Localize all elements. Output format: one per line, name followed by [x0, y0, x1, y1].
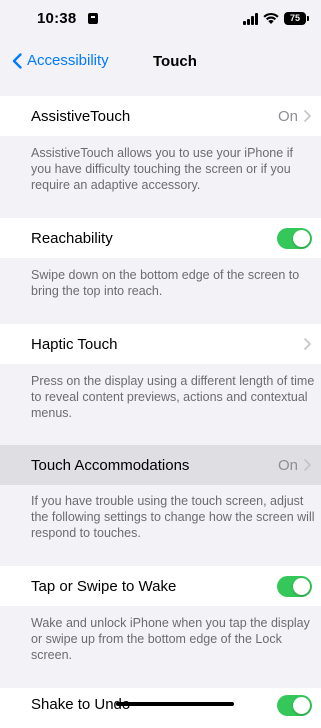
- row-value: On: [278, 108, 311, 125]
- reachability-description: Swipe down on the bottom edge of the scr…: [31, 268, 300, 299]
- touch-accommodations-row[interactable]: Touch Accommodations On: [0, 445, 321, 485]
- status-bar: 10:38 75: [0, 0, 321, 40]
- haptic-touch-description: Press on the display using a different l…: [31, 374, 315, 421]
- battery-cap: [307, 16, 309, 21]
- row-value: On: [278, 457, 311, 474]
- chevron-right-icon: [304, 459, 311, 471]
- tap-or-swipe-to-wake-description: Wake and unlock iPhone when you tap the …: [31, 616, 310, 663]
- shake-to-undo-toggle[interactable]: [277, 695, 312, 716]
- shake-to-undo-row: Shake to Undo: [0, 688, 321, 728]
- assistivetouch-row[interactable]: AssistiveTouch On: [0, 96, 321, 136]
- chevron-right-icon: [304, 110, 311, 122]
- reachability-toggle[interactable]: [277, 227, 312, 249]
- row-label: Reachability: [31, 229, 113, 247]
- status-time: 10:38: [37, 10, 77, 27]
- row-label: Touch Accommodations: [31, 456, 190, 474]
- row-label: AssistiveTouch: [31, 107, 131, 125]
- home-indicator[interactable]: [116, 702, 234, 706]
- reachability-row: Reachability: [0, 218, 321, 258]
- assistivetouch-description: AssistiveTouch allows you to use your iP…: [31, 146, 293, 193]
- tap-or-swipe-to-wake-toggle[interactable]: [277, 575, 312, 597]
- haptic-touch-row[interactable]: Haptic Touch: [0, 324, 321, 364]
- chevron-left-icon: [12, 52, 22, 69]
- cellular-signal-icon: [243, 13, 259, 25]
- wifi-icon: [263, 12, 279, 24]
- notification-badge-icon: [88, 13, 98, 24]
- battery-icon: 75: [284, 12, 306, 25]
- tap-or-swipe-to-wake-row: Tap or Swipe to Wake: [0, 566, 321, 606]
- navigation-bar: Accessibility Touch: [0, 44, 321, 80]
- back-label: Accessibility: [27, 52, 109, 69]
- row-label: Tap or Swipe to Wake: [31, 577, 177, 595]
- back-button[interactable]: Accessibility: [12, 52, 109, 69]
- page-title: Touch: [153, 53, 197, 70]
- chevron-right-icon: [304, 338, 311, 350]
- row-label: Haptic Touch: [31, 335, 118, 353]
- touch-accommodations-description: If you have trouble using the touch scre…: [31, 494, 315, 541]
